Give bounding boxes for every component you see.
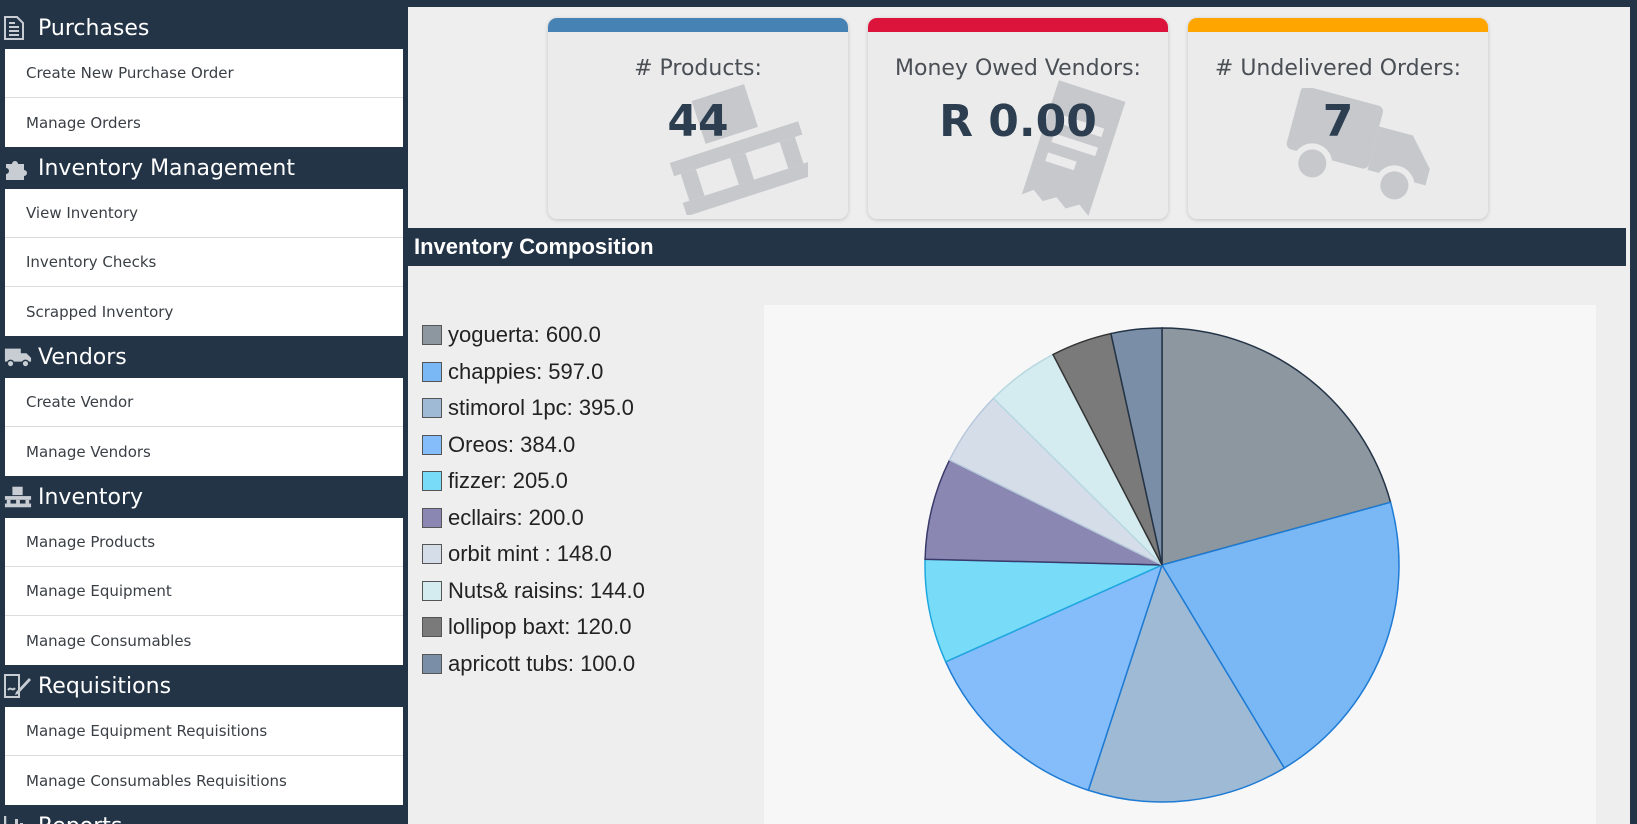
legend-item: ecllairs: 200.0 xyxy=(422,500,645,537)
menu-item-manage-consumables[interactable]: Manage Consumables xyxy=(5,616,403,665)
chart-panel xyxy=(764,305,1596,824)
menu-item-manage-orders[interactable]: Manage Orders xyxy=(5,98,403,147)
legend-swatch xyxy=(422,617,442,638)
pie-chart xyxy=(924,327,1400,803)
legend-label: lollipop baxt: 120.0 xyxy=(448,614,632,640)
card-value: 7 xyxy=(1322,96,1354,147)
legend-swatch xyxy=(422,544,442,565)
menu-item-manage-equipment[interactable]: Manage Equipment xyxy=(5,567,403,616)
section-header-inventory-management: Inventory Management xyxy=(0,147,406,189)
legend-label: stimorol 1pc: 395.0 xyxy=(448,395,634,421)
legend-item: lollipop baxt: 120.0 xyxy=(422,609,645,646)
stat-card-products: # Products: 44 xyxy=(548,18,848,219)
section-title: Inventory xyxy=(38,484,144,510)
menu-inventory-management: View Inventory Inventory Checks Scrapped… xyxy=(5,189,403,336)
section-header-purchases: Purchases xyxy=(0,7,406,49)
sidebar: Purchases Create New Purchase Order Mana… xyxy=(0,7,406,824)
card-label: Money Owed Vendors: xyxy=(895,56,1141,81)
menu-item-manage-vendors[interactable]: Manage Vendors xyxy=(5,427,403,476)
section-header-vendors: Vendors xyxy=(0,336,406,378)
signature-icon xyxy=(4,673,32,699)
menu-item-scrapped-inventory[interactable]: Scrapped Inventory xyxy=(5,287,403,336)
truck-icon xyxy=(4,344,32,370)
menu-item-view-inventory[interactable]: View Inventory xyxy=(5,189,403,238)
legend-swatch xyxy=(422,471,442,492)
card-value: R 0.00 xyxy=(939,96,1097,147)
section-title: Requisitions xyxy=(38,673,172,699)
card-value: 44 xyxy=(667,96,729,147)
card-accent-bar xyxy=(868,18,1168,32)
menu-item-create-vendor[interactable]: Create Vendor xyxy=(5,378,403,427)
card-accent-bar xyxy=(548,18,848,32)
legend-item: yoguerta: 600.0 xyxy=(422,317,645,354)
chart-legend: yoguerta: 600.0 chappies: 597.0 stimorol 1… xyxy=(422,317,645,682)
stat-card-undelivered-orders: # Undelivered Orders: 7 xyxy=(1188,18,1488,219)
bar-chart-icon xyxy=(4,813,32,824)
section-header-requisitions: Requisitions xyxy=(0,665,406,707)
pallet-icon xyxy=(4,484,32,510)
section-title: Inventory Management xyxy=(38,155,295,181)
menu-item-manage-equipment-requisitions[interactable]: Manage Equipment Requisitions xyxy=(5,707,403,756)
legend-swatch xyxy=(422,325,442,346)
legend-swatch xyxy=(422,398,442,419)
document-icon xyxy=(4,15,32,41)
legend-swatch xyxy=(422,507,442,528)
puzzle-icon xyxy=(4,155,32,181)
legend-swatch xyxy=(422,653,442,674)
section-title: Purchases xyxy=(38,15,150,41)
legend-label: yoguerta: 600.0 xyxy=(448,322,601,348)
legend-item: apricott tubs: 100.0 xyxy=(422,646,645,683)
section-header-reports: Reports xyxy=(0,805,406,824)
legend-item: fizzer: 205.0 xyxy=(422,463,645,500)
section-header-inventory: Inventory xyxy=(0,476,406,518)
legend-label: chappies: 597.0 xyxy=(448,358,604,384)
inventory-composition-header: Inventory Composition xyxy=(408,228,1626,266)
card-label: # Products: xyxy=(634,56,762,81)
menu-vendors: Create Vendor Manage Vendors xyxy=(5,378,403,476)
legend-item: Nuts& raisins: 144.0 xyxy=(422,573,645,610)
legend-label: orbit mint : 148.0 xyxy=(448,541,612,567)
section-title: Reports xyxy=(38,814,122,824)
legend-label: apricott tubs: 100.0 xyxy=(448,650,636,676)
section-title: Vendors xyxy=(38,344,127,370)
legend-swatch xyxy=(422,434,442,455)
stat-card-money-owed: Money Owed Vendors: R 0.00 xyxy=(868,18,1168,219)
legend-label: Oreos: 384.0 xyxy=(448,431,576,457)
top-bar xyxy=(0,0,1637,7)
card-accent-bar xyxy=(1188,18,1488,32)
main-content: # Products: 44 Money Owed Vendors: R 0.0… xyxy=(408,7,1630,824)
card-label: # Undelivered Orders: xyxy=(1214,56,1462,81)
menu-purchases: Create New Purchase Order Manage Orders xyxy=(5,49,403,147)
page-edge xyxy=(1630,7,1637,824)
menu-item-manage-products[interactable]: Manage Products xyxy=(5,518,403,567)
legend-swatch xyxy=(422,361,442,382)
menu-inventory: Manage Products Manage Equipment Manage … xyxy=(5,518,403,665)
legend-label: ecllairs: 200.0 xyxy=(448,504,584,530)
menu-item-manage-consumables-requisitions[interactable]: Manage Consumables Requisitions xyxy=(5,756,403,805)
legend-label: fizzer: 205.0 xyxy=(448,468,568,494)
menu-item-inventory-checks[interactable]: Inventory Checks xyxy=(5,238,403,287)
legend-item: Oreos: 384.0 xyxy=(422,427,645,464)
legend-item: orbit mint : 148.0 xyxy=(422,536,645,573)
legend-label: Nuts& raisins: 144.0 xyxy=(448,577,645,603)
legend-swatch xyxy=(422,580,442,601)
menu-item-create-purchase-order[interactable]: Create New Purchase Order xyxy=(5,49,403,98)
legend-item: stimorol 1pc: 395.0 xyxy=(422,390,645,427)
legend-item: chappies: 597.0 xyxy=(422,354,645,391)
menu-requisitions: Manage Equipment Requisitions Manage Con… xyxy=(5,707,403,805)
